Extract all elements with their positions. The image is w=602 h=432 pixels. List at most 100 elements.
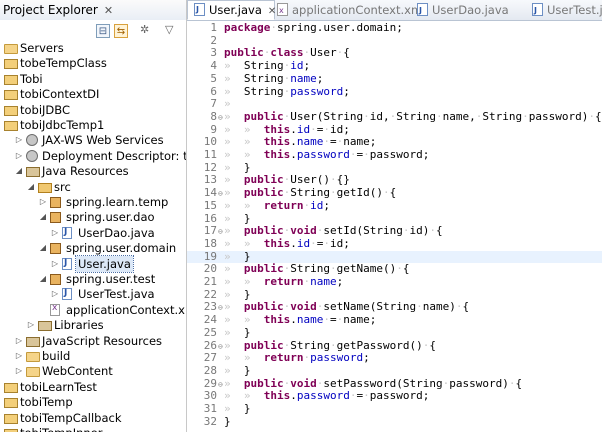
tree-item-label: src — [54, 179, 71, 194]
code-text: » » this.password·=·password; — [224, 389, 430, 403]
line-number: 5 — [210, 71, 217, 85]
expand-arrow-icon[interactable]: ▷ — [50, 227, 60, 239]
line-number: 8 — [210, 109, 217, 123]
gear-icon — [26, 149, 38, 162]
tree-item[interactable]: tobiTempInner — [0, 425, 186, 432]
code-line[interactable]: 1 package·spring.user.domain; — [187, 21, 602, 35]
tree-item[interactable]: ▷ spring.learn.temp — [0, 194, 186, 210]
tree-item[interactable]: applicationContext.xml — [0, 302, 186, 318]
line-number: 4 — [210, 59, 217, 73]
project-folder-icon — [4, 74, 18, 85]
line-number: 18 — [203, 236, 217, 250]
collapse-arrow-icon[interactable]: ◢ — [38, 273, 48, 285]
close-icon[interactable]: ✕ — [104, 4, 113, 17]
java-file-icon — [194, 1, 205, 19]
tree-item-label: spring.learn.temp — [66, 195, 169, 209]
expand-arrow-icon[interactable]: ▷ — [14, 150, 24, 162]
tree-item[interactable]: ▷ WebContent — [0, 363, 186, 379]
expand-arrow-icon[interactable]: ▷ — [14, 134, 24, 146]
tree-item[interactable]: ◢ spring.user.domain — [0, 240, 186, 256]
tree-item[interactable]: ▷ JAX-WS Web Services — [0, 132, 186, 148]
tree-item[interactable]: ◢ spring.user.test — [0, 271, 186, 287]
close-tab-icon[interactable]: ✕ — [268, 6, 276, 17]
expand-arrow-icon[interactable]: ▷ — [38, 196, 48, 208]
tree-item[interactable]: tobiTempCallback — [0, 410, 186, 426]
code-text: » » this.password·=·password; — [224, 148, 430, 161]
tree-item[interactable]: tobeTempClass — [0, 55, 186, 71]
collapse-arrow-icon[interactable]: ◢ — [38, 211, 48, 223]
code-line[interactable]: 6» String·password; — [187, 85, 602, 99]
project-explorer-panel: Project Explorer ✕ ⊟ ⇆ ✲ ▽ Servers tobeTem… — [0, 0, 187, 432]
collapse-arrow-icon[interactable]: ◢ — [26, 181, 36, 193]
project-folder-icon — [4, 90, 18, 101]
link-with-editor-icon[interactable]: ⇆ — [114, 24, 128, 38]
tree-item-label: tobiTemp — [20, 395, 73, 410]
folder-icon — [4, 44, 18, 54]
expand-arrow-icon[interactable]: ▷ — [26, 319, 36, 331]
collapse-arrow-icon[interactable]: ◢ — [38, 242, 48, 254]
collapse-all-icon[interactable]: ⊟ — [96, 24, 110, 38]
tree-item[interactable]: Tobi — [0, 71, 186, 87]
java-file-icon — [62, 288, 72, 301]
tree-item[interactable]: ▷ build — [0, 348, 186, 364]
editor-tab[interactable]: UserDao.java — [417, 0, 527, 21]
java-file-icon — [62, 226, 72, 239]
line-number: 7 — [210, 97, 217, 111]
tree-item[interactable]: tobiJdbcTemp1 — [0, 117, 186, 133]
line-number: 14 — [203, 186, 217, 200]
code-text: } — [224, 414, 231, 428]
expand-arrow-icon[interactable]: ▷ — [50, 258, 60, 270]
project-folder-icon — [4, 382, 18, 393]
tree-item-label: applicationContext.xml — [66, 302, 187, 317]
tree-item[interactable]: tobiJDBC — [0, 102, 186, 118]
tree-item[interactable]: ▷ User.java — [0, 254, 186, 273]
tree-item[interactable]: ▷ Deployment Descriptor: tobiJdbc — [0, 148, 186, 164]
package-icon — [50, 274, 61, 285]
editor-tab[interactable]: UserTest.java — [532, 0, 602, 21]
project-folder-icon — [4, 121, 18, 131]
tree-item[interactable]: Servers — [0, 40, 186, 56]
project-folder-icon — [4, 105, 18, 116]
expand-arrow-icon[interactable]: ▷ — [14, 365, 24, 377]
collapse-arrow-icon[interactable]: ◢ — [14, 165, 24, 177]
tree-item-label: build — [42, 349, 71, 363]
tree-item-label: spring.user.test — [66, 272, 156, 286]
project-folder-icon — [4, 59, 18, 70]
expand-arrow-icon[interactable]: ▷ — [14, 350, 24, 362]
tree-item-label: tobiTempInner — [20, 425, 102, 432]
line-number: 25 — [203, 325, 217, 339]
tree-item[interactable]: tobiContextDI — [0, 86, 186, 102]
line-number: 17 — [203, 224, 217, 238]
line-number: 28 — [203, 363, 217, 377]
explorer-toolbar: ⊟ ⇆ ✲ ▽ — [0, 20, 186, 40]
project-explorer-title: Project Explorer — [3, 3, 98, 17]
tree-item[interactable]: tobiTemp — [0, 394, 186, 410]
tree-item[interactable]: tobiLearnTest — [0, 379, 186, 395]
tab-project-explorer[interactable]: Project Explorer ✕ — [0, 0, 119, 20]
expand-arrow-icon[interactable]: ▷ — [14, 335, 24, 347]
settings-icon[interactable]: ✲ — [140, 23, 149, 36]
java-file-icon — [417, 1, 428, 21]
tree-item[interactable]: ▷ Libraries — [0, 317, 186, 333]
tree-item-label: WebContent — [42, 364, 113, 379]
line-number: 31 — [203, 402, 217, 415]
source-folder-icon — [38, 182, 52, 193]
tree-item[interactable]: ◢ src — [0, 179, 186, 195]
tree-item[interactable]: ▷ JavaScript Resources — [0, 333, 186, 349]
code-line[interactable]: 32} — [187, 414, 602, 429]
tree-item-label: spring.user.domain — [66, 241, 177, 256]
editor-tab-label: UserTest.java — [547, 3, 602, 17]
tree-item-label: tobeTempClass — [20, 56, 107, 71]
editor-tab[interactable]: applicationContext.xml — [277, 0, 425, 21]
tree-item[interactable]: ◢ Java Resources — [0, 163, 186, 179]
tree-item[interactable]: ▷ UserDao.java — [0, 225, 186, 241]
expand-arrow-icon[interactable]: ▷ — [50, 288, 60, 300]
java-resources-icon — [26, 167, 40, 178]
tree-item[interactable]: ▷ UserTest.java — [0, 286, 186, 302]
view-menu-icon[interactable]: ▽ — [165, 23, 173, 36]
java-editor: User.java ✕ applicationContext.xml UserDao.… — [187, 0, 602, 432]
code-line[interactable]: 31» } — [187, 402, 602, 416]
editor-tab[interactable]: User.java ✕ — [187, 0, 276, 20]
tree-item[interactable]: ◢ spring.user.dao — [0, 209, 186, 225]
tree-item-label: tobiJDBC — [20, 102, 71, 117]
